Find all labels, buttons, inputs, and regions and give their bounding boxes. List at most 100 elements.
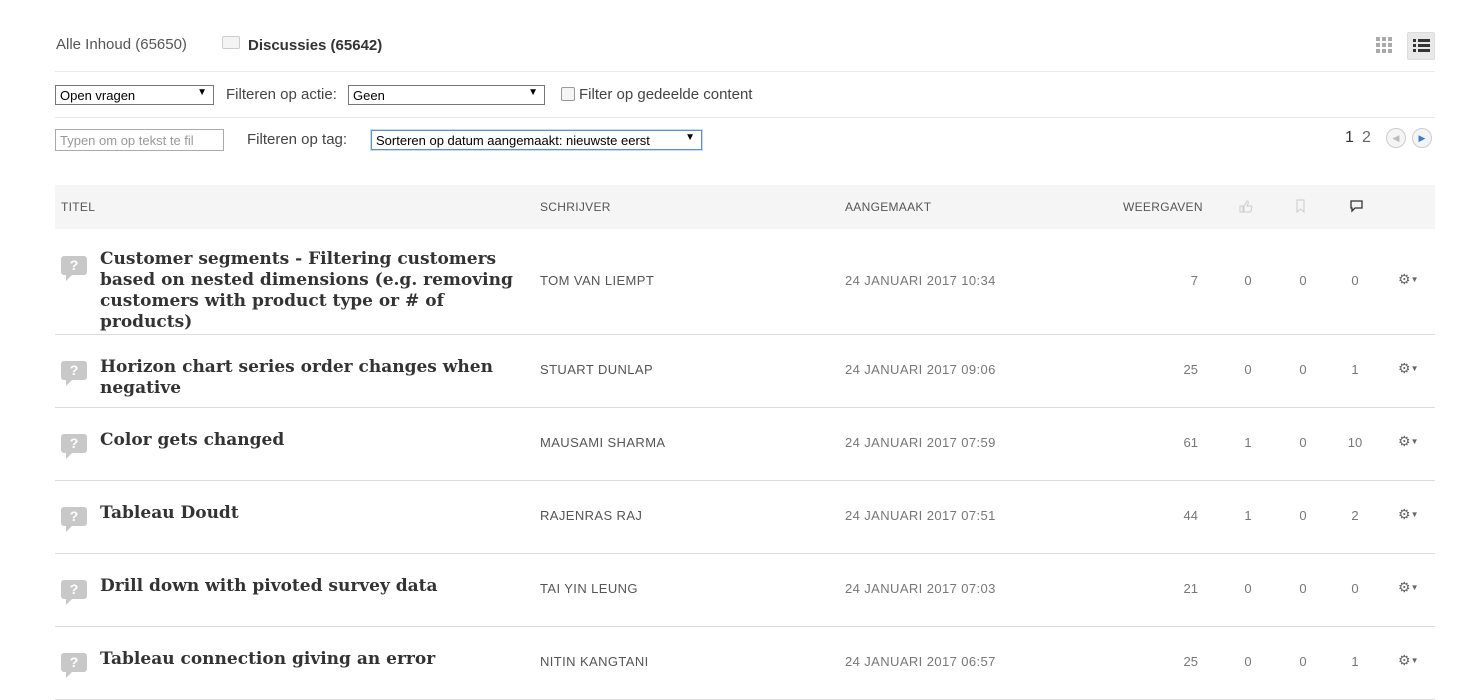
author-link[interactable]: STUART DUNLAP [540,362,653,377]
bookmarks-count: 0 [1299,273,1307,288]
action-filter-label: Filteren op actie: [226,86,337,103]
likes-count: 0 [1244,654,1252,669]
row-actions-menu[interactable]: ⚙▼ [1398,506,1418,523]
views-count: 44 [1183,508,1198,523]
comment-icon[interactable] [1350,200,1364,213]
replies-count: 1 [1351,362,1359,377]
column-created-header[interactable]: AANGEMAAKT [845,200,931,214]
discussion-title-link[interactable]: Horizon chart series order changes when … [100,357,540,399]
tab-all-content[interactable]: Alle Inhoud (65650) [56,36,187,53]
page-2-link[interactable]: 2 [1362,129,1371,147]
tab-discussions[interactable]: Discussies (65642) [222,36,382,54]
bookmarks-count: 0 [1299,435,1307,450]
bookmarks-count: 0 [1299,581,1307,596]
row-actions-menu[interactable]: ⚙▼ [1398,579,1418,596]
created-date: 24 JANUARI 2017 07:51 [845,508,996,523]
dropdown-arrow-icon: ▼ [197,87,207,98]
table-row[interactable]: ? Horizon chart series order changes when… [55,334,1435,408]
created-date: 24 JANUARI 2017 09:06 [845,362,996,377]
table-header: TITEL SCHRIJVER AANGEMAAKT WEERGAVEN [55,185,1435,229]
author-link[interactable]: MAUSAMI SHARMA [540,435,666,450]
sort-value: Sorteren op datum aangemaakt: nieuwste e… [376,133,650,148]
question-bubble-icon: ? [61,653,87,678]
content-tabs: Alle Inhoud (65650) Discussies (65642) [55,32,1435,60]
question-bubble-icon: ? [61,361,87,386]
table-row[interactable]: ? Tableau connection giving an error NITIN… [55,626,1435,700]
created-date: 24 JANUARI 2017 06:57 [845,654,996,669]
replies-count: 0 [1351,273,1359,288]
bookmarks-count: 0 [1299,508,1307,523]
replies-count: 10 [1347,435,1363,450]
question-bubble-icon: ? [61,434,87,459]
author-link[interactable]: TAI YIN LEUNG [540,581,638,596]
dropdown-arrow-icon: ▼ [685,132,695,143]
likes-count: 1 [1244,508,1252,523]
likes-count: 0 [1244,273,1252,288]
gear-icon: ⚙ [1398,271,1411,287]
sort-select[interactable]: Sorteren op datum aangemaakt: nieuwste e… [371,130,702,150]
views-count: 21 [1183,581,1198,596]
search-row: Typen om op tekst te fil Filteren op tag… [55,128,1435,153]
question-type-value: Open vragen [60,88,136,103]
question-bubble-icon: ? [61,507,87,532]
gear-icon: ⚙ [1398,433,1411,449]
discussion-title-link[interactable]: Tableau connection giving an error [100,649,540,670]
filter-row: Open vragen ▼ Filteren op actie: Geen ▼ Fi… [55,85,1435,107]
caret-down-icon: ▼ [1410,510,1419,519]
views-count: 7 [1190,273,1198,288]
likes-count: 1 [1244,435,1252,450]
table-row[interactable]: ? Color gets changed MAUSAMI SHARMA 24 JANU… [55,407,1435,481]
dropdown-arrow-icon: ▼ [528,87,538,98]
caret-down-icon: ▼ [1410,275,1419,284]
views-count: 25 [1183,654,1198,669]
replies-count: 0 [1351,581,1359,596]
table-row[interactable]: ? Tableau Doudt RAJENRAS RAJ 24 JANUARI 201… [55,480,1435,554]
action-filter-select[interactable]: Geen ▼ [348,85,545,105]
discussion-title-link[interactable]: Color gets changed [100,430,540,451]
divider [55,71,1435,72]
created-date: 24 JANUARI 2017 07:03 [845,581,996,596]
author-link[interactable]: TOM VAN LIEMPT [540,273,654,288]
question-bubble-icon: ? [61,580,87,605]
created-date: 24 JANUARI 2017 10:34 [845,273,996,288]
created-date: 24 JANUARI 2017 07:59 [845,435,996,450]
row-actions-menu[interactable]: ⚙▼ [1398,271,1418,288]
bookmark-icon[interactable] [1296,199,1306,213]
arrow-right-icon: ▶ [1418,133,1426,143]
question-bubble-icon: ? [61,256,87,281]
table-row[interactable]: ? Drill down with pivoted survey data TAI … [55,553,1435,627]
row-actions-menu[interactable]: ⚙▼ [1398,360,1418,377]
replies-count: 2 [1351,508,1359,523]
column-author-header[interactable]: SCHRIJVER [540,200,611,214]
speech-bubble-icon [222,36,240,49]
question-type-select[interactable]: Open vragen ▼ [55,85,214,105]
discussion-title-link[interactable]: Customer segments - Filtering customers … [100,249,540,333]
tag-filter-label: Filteren op tag: [247,131,348,148]
next-page-button[interactable]: ▶ [1412,128,1432,148]
thumbs-up-icon[interactable] [1239,200,1253,213]
column-views-header[interactable]: WEERGAVEN [1123,200,1203,214]
grid-view-button[interactable] [1372,32,1400,60]
caret-down-icon: ▼ [1410,583,1419,592]
shared-content-checkbox[interactable] [561,87,575,101]
shared-content-label: Filter op gedeelde content [579,86,753,103]
author-link[interactable]: NITIN KANGTANI [540,654,649,669]
author-link[interactable]: RAJENRAS RAJ [540,508,642,523]
arrow-left-icon: ◀ [1392,133,1400,143]
caret-down-icon: ▼ [1410,437,1419,446]
views-count: 61 [1183,435,1198,450]
text-filter-input[interactable]: Typen om op tekst te fil [55,129,224,151]
list-view-button[interactable] [1407,32,1435,60]
column-title-header[interactable]: TITEL [61,200,95,214]
gear-icon: ⚙ [1398,506,1411,522]
gear-icon: ⚙ [1398,579,1411,595]
row-actions-menu[interactable]: ⚙▼ [1398,433,1418,450]
discussion-title-link[interactable]: Drill down with pivoted survey data [100,576,540,597]
discussion-title-link[interactable]: Tableau Doudt [100,503,540,524]
bookmarks-count: 0 [1299,654,1307,669]
page-1-link[interactable]: 1 [1345,129,1354,147]
table-row[interactable]: ? Customer segments - Filtering customers… [55,229,1435,335]
divider [55,117,1435,118]
gear-icon: ⚙ [1398,652,1411,668]
prev-page-button[interactable]: ◀ [1386,128,1406,148]
